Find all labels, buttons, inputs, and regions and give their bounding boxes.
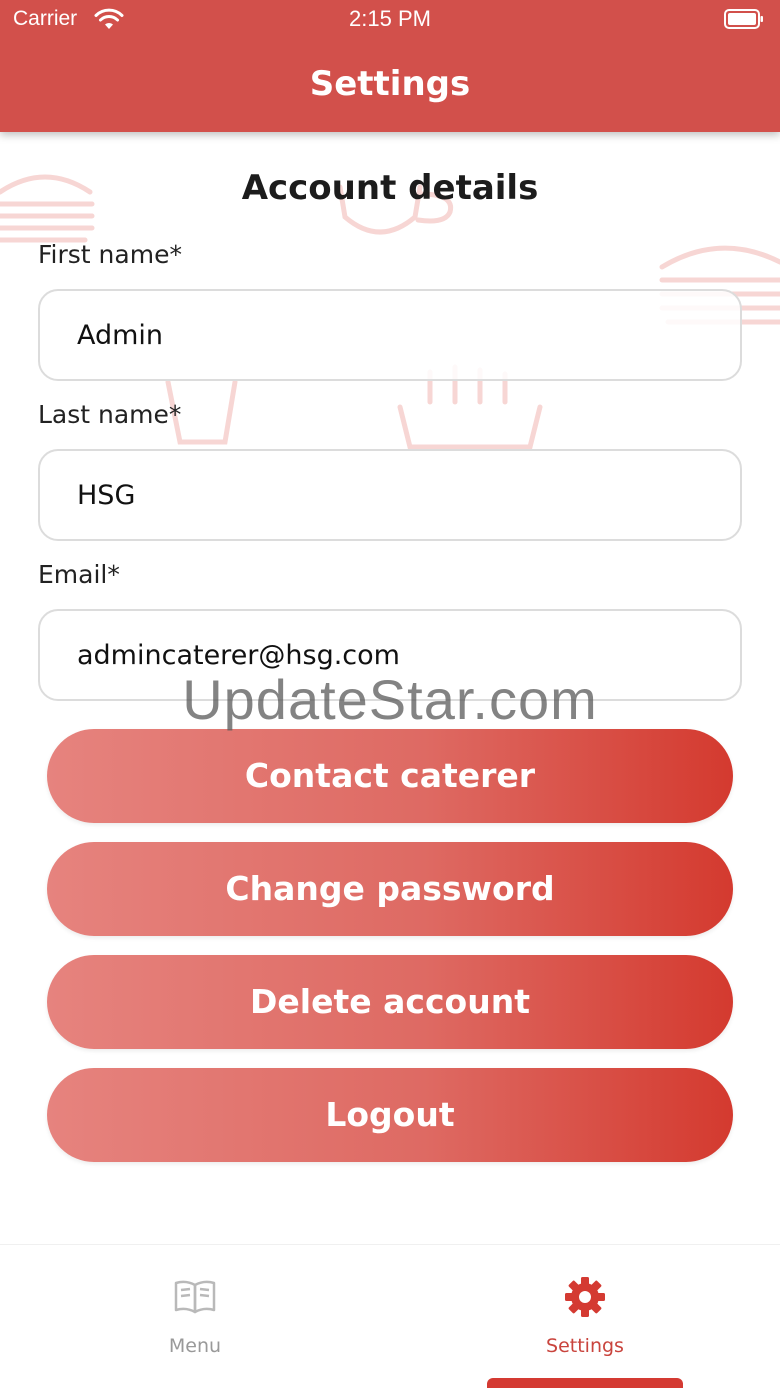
gear-icon: [565, 1277, 605, 1317]
last-name-label: Last name*: [38, 400, 182, 429]
delete-account-button[interactable]: Delete account: [47, 955, 733, 1049]
contact-caterer-button[interactable]: Contact caterer: [47, 729, 733, 823]
tab-menu[interactable]: Menu: [0, 1245, 390, 1388]
settings-content: Account details First name* Last name* E…: [0, 132, 780, 1244]
logout-button[interactable]: Logout: [47, 1068, 733, 1162]
app-header: Carrier 2:15 PM Settings: [0, 0, 780, 132]
change-password-button[interactable]: Change password: [47, 842, 733, 936]
last-name-field[interactable]: [38, 449, 742, 541]
battery-icon: [724, 9, 763, 29]
watermark: UpdateStar.com: [182, 668, 598, 731]
clock: 2:15 PM: [349, 6, 431, 31]
first-name-field[interactable]: [38, 289, 742, 381]
tab-settings-label: Settings: [546, 1335, 624, 1357]
book-icon: [174, 1280, 216, 1314]
first-name-label: First name*: [38, 240, 182, 269]
page-title: Settings: [309, 64, 471, 104]
status-bar: Carrier 2:15 PM: [0, 0, 780, 40]
tab-settings[interactable]: Settings: [390, 1245, 780, 1388]
tab-menu-label: Menu: [168, 1335, 222, 1357]
account-details-heading: Account details: [241, 168, 539, 208]
tab-bar: Menu Settings: [0, 1244, 780, 1388]
email-label: Email*: [38, 560, 120, 589]
